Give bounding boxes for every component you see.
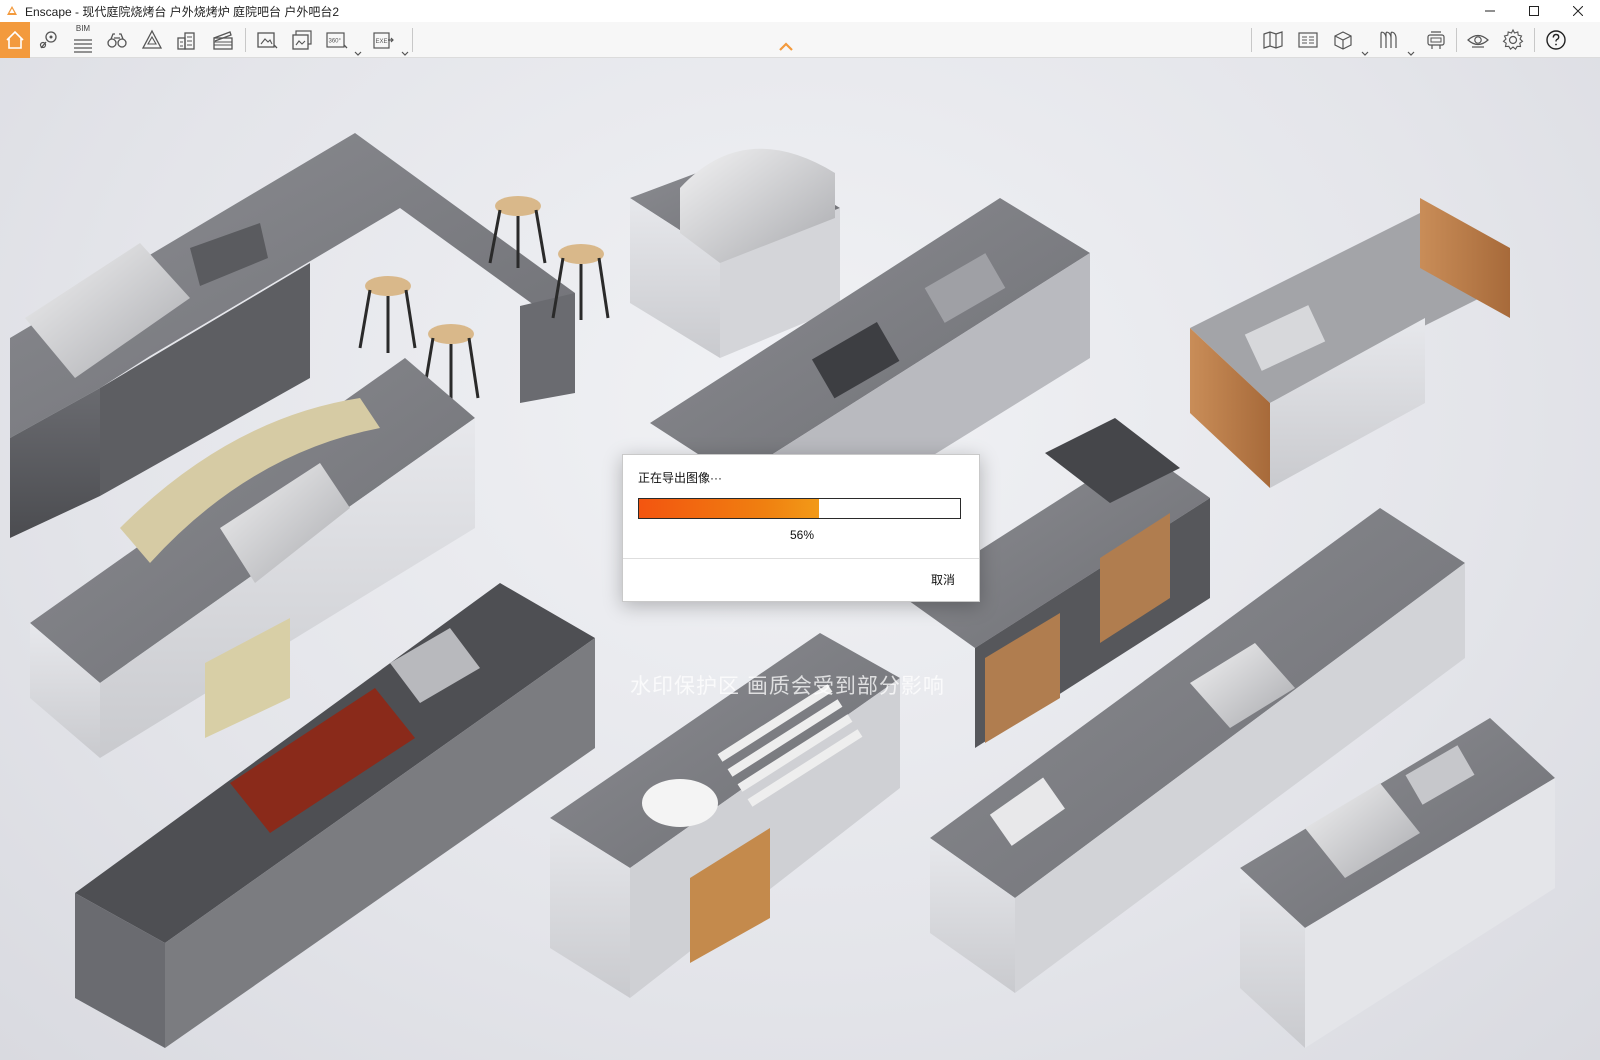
atlas-button[interactable] bbox=[1291, 22, 1325, 58]
progress-bar-fill bbox=[639, 499, 819, 518]
asset-library-icon bbox=[141, 29, 163, 49]
bim-list-icon bbox=[74, 39, 92, 53]
dialog-divider bbox=[623, 558, 979, 559]
watermark-text: 水印保护区 画质会受到部分影响 bbox=[630, 675, 945, 698]
asset-library-button[interactable] bbox=[135, 22, 169, 58]
screenshot-icon bbox=[257, 32, 278, 49]
bim-label: BIM bbox=[75, 24, 91, 33]
screenshot-button[interactable] bbox=[250, 22, 284, 58]
home-button[interactable] bbox=[0, 22, 30, 58]
toolbar-separator bbox=[1534, 28, 1535, 52]
window-title: Enscape - 现代庭院烧烤台 户外烧烤炉 庭院吧台 户外吧台2 bbox=[25, 4, 340, 19]
maximize-button[interactable] bbox=[1512, 0, 1556, 22]
chevron-down-icon[interactable] bbox=[401, 50, 409, 58]
toolbar-separator bbox=[412, 28, 413, 52]
maximize-icon bbox=[1529, 6, 1539, 16]
general-settings-button[interactable] bbox=[1496, 22, 1530, 58]
dialog-title: 正在导出图像··· bbox=[638, 471, 722, 485]
panorama-360-label: 360° bbox=[329, 39, 342, 45]
main-toolbar: BIM 360° EXE bbox=[0, 22, 1600, 58]
video-editor-button[interactable] bbox=[206, 22, 240, 58]
chevron-down-icon[interactable] bbox=[354, 50, 362, 58]
title-bar: Enscape - 现代庭院烧烤台 户外烧烤炉 庭院吧台 户外吧台2 bbox=[0, 0, 1600, 22]
cube-view-icon bbox=[1334, 31, 1352, 50]
export-exe-button[interactable]: EXE bbox=[366, 22, 400, 58]
site-context-map-button[interactable] bbox=[1256, 22, 1290, 58]
settings-gear-icon bbox=[1502, 28, 1524, 51]
chevron-down-icon[interactable] bbox=[1361, 50, 1369, 58]
enscape-window: Enscape - 现代庭院烧烤台 户外烧烤炉 庭院吧台 户外吧台2 BIM 3… bbox=[0, 0, 1600, 1060]
toolbar-separator bbox=[1251, 28, 1252, 52]
walk-mode-button[interactable] bbox=[100, 22, 134, 58]
progress-bar bbox=[638, 498, 961, 519]
chevron-down-icon[interactable] bbox=[1407, 50, 1415, 58]
minimize-icon bbox=[1485, 10, 1495, 12]
panorama-360-icon: 360° bbox=[326, 32, 348, 49]
visual-settings-button[interactable] bbox=[1461, 22, 1495, 58]
help-button[interactable] bbox=[1539, 22, 1573, 58]
toolbar-separator bbox=[1456, 28, 1457, 52]
batch-render-icon bbox=[292, 30, 312, 50]
atlas-icon bbox=[1298, 32, 1318, 48]
export-exe-icon: EXE bbox=[373, 32, 394, 49]
material-editor-button[interactable] bbox=[1372, 22, 1406, 58]
minimize-button[interactable] bbox=[1468, 0, 1512, 22]
export-progress-dialog: 正在导出图像··· 56% 取消 bbox=[622, 454, 980, 602]
enscape-logo-icon bbox=[7, 6, 17, 15]
panorama-button[interactable]: 360° bbox=[320, 22, 354, 58]
vr-headset-icon bbox=[1427, 31, 1445, 49]
bim-mode-button[interactable]: BIM bbox=[66, 22, 100, 58]
buildings-icon bbox=[177, 32, 195, 50]
export-exe-label: EXE bbox=[376, 39, 388, 45]
help-icon bbox=[1546, 30, 1566, 50]
close-button[interactable] bbox=[1556, 0, 1600, 22]
home-icon bbox=[6, 30, 24, 49]
views-button[interactable] bbox=[32, 22, 66, 58]
site-context-button[interactable] bbox=[170, 22, 204, 58]
island-wood-sink bbox=[1190, 198, 1510, 488]
batch-render-button[interactable] bbox=[285, 22, 319, 58]
close-icon bbox=[1573, 6, 1583, 16]
cancel-button[interactable]: 取消 bbox=[931, 571, 955, 588]
clapperboard-icon bbox=[213, 31, 233, 50]
material-editor-icon bbox=[1380, 31, 1397, 48]
collapse-toolbar-chevron-up-icon[interactable] bbox=[778, 40, 794, 54]
site-context-icon bbox=[1263, 31, 1283, 49]
toolbar-separator bbox=[245, 28, 246, 52]
cube-view-button[interactable] bbox=[1326, 22, 1360, 58]
binoculars-icon bbox=[107, 33, 127, 48]
vr-headset-button[interactable] bbox=[1419, 22, 1453, 58]
window-controls bbox=[1468, 0, 1600, 22]
visual-settings-icon bbox=[1467, 34, 1489, 48]
map-pin-icon bbox=[39, 31, 57, 49]
progress-percent-label: 56% bbox=[789, 528, 815, 542]
